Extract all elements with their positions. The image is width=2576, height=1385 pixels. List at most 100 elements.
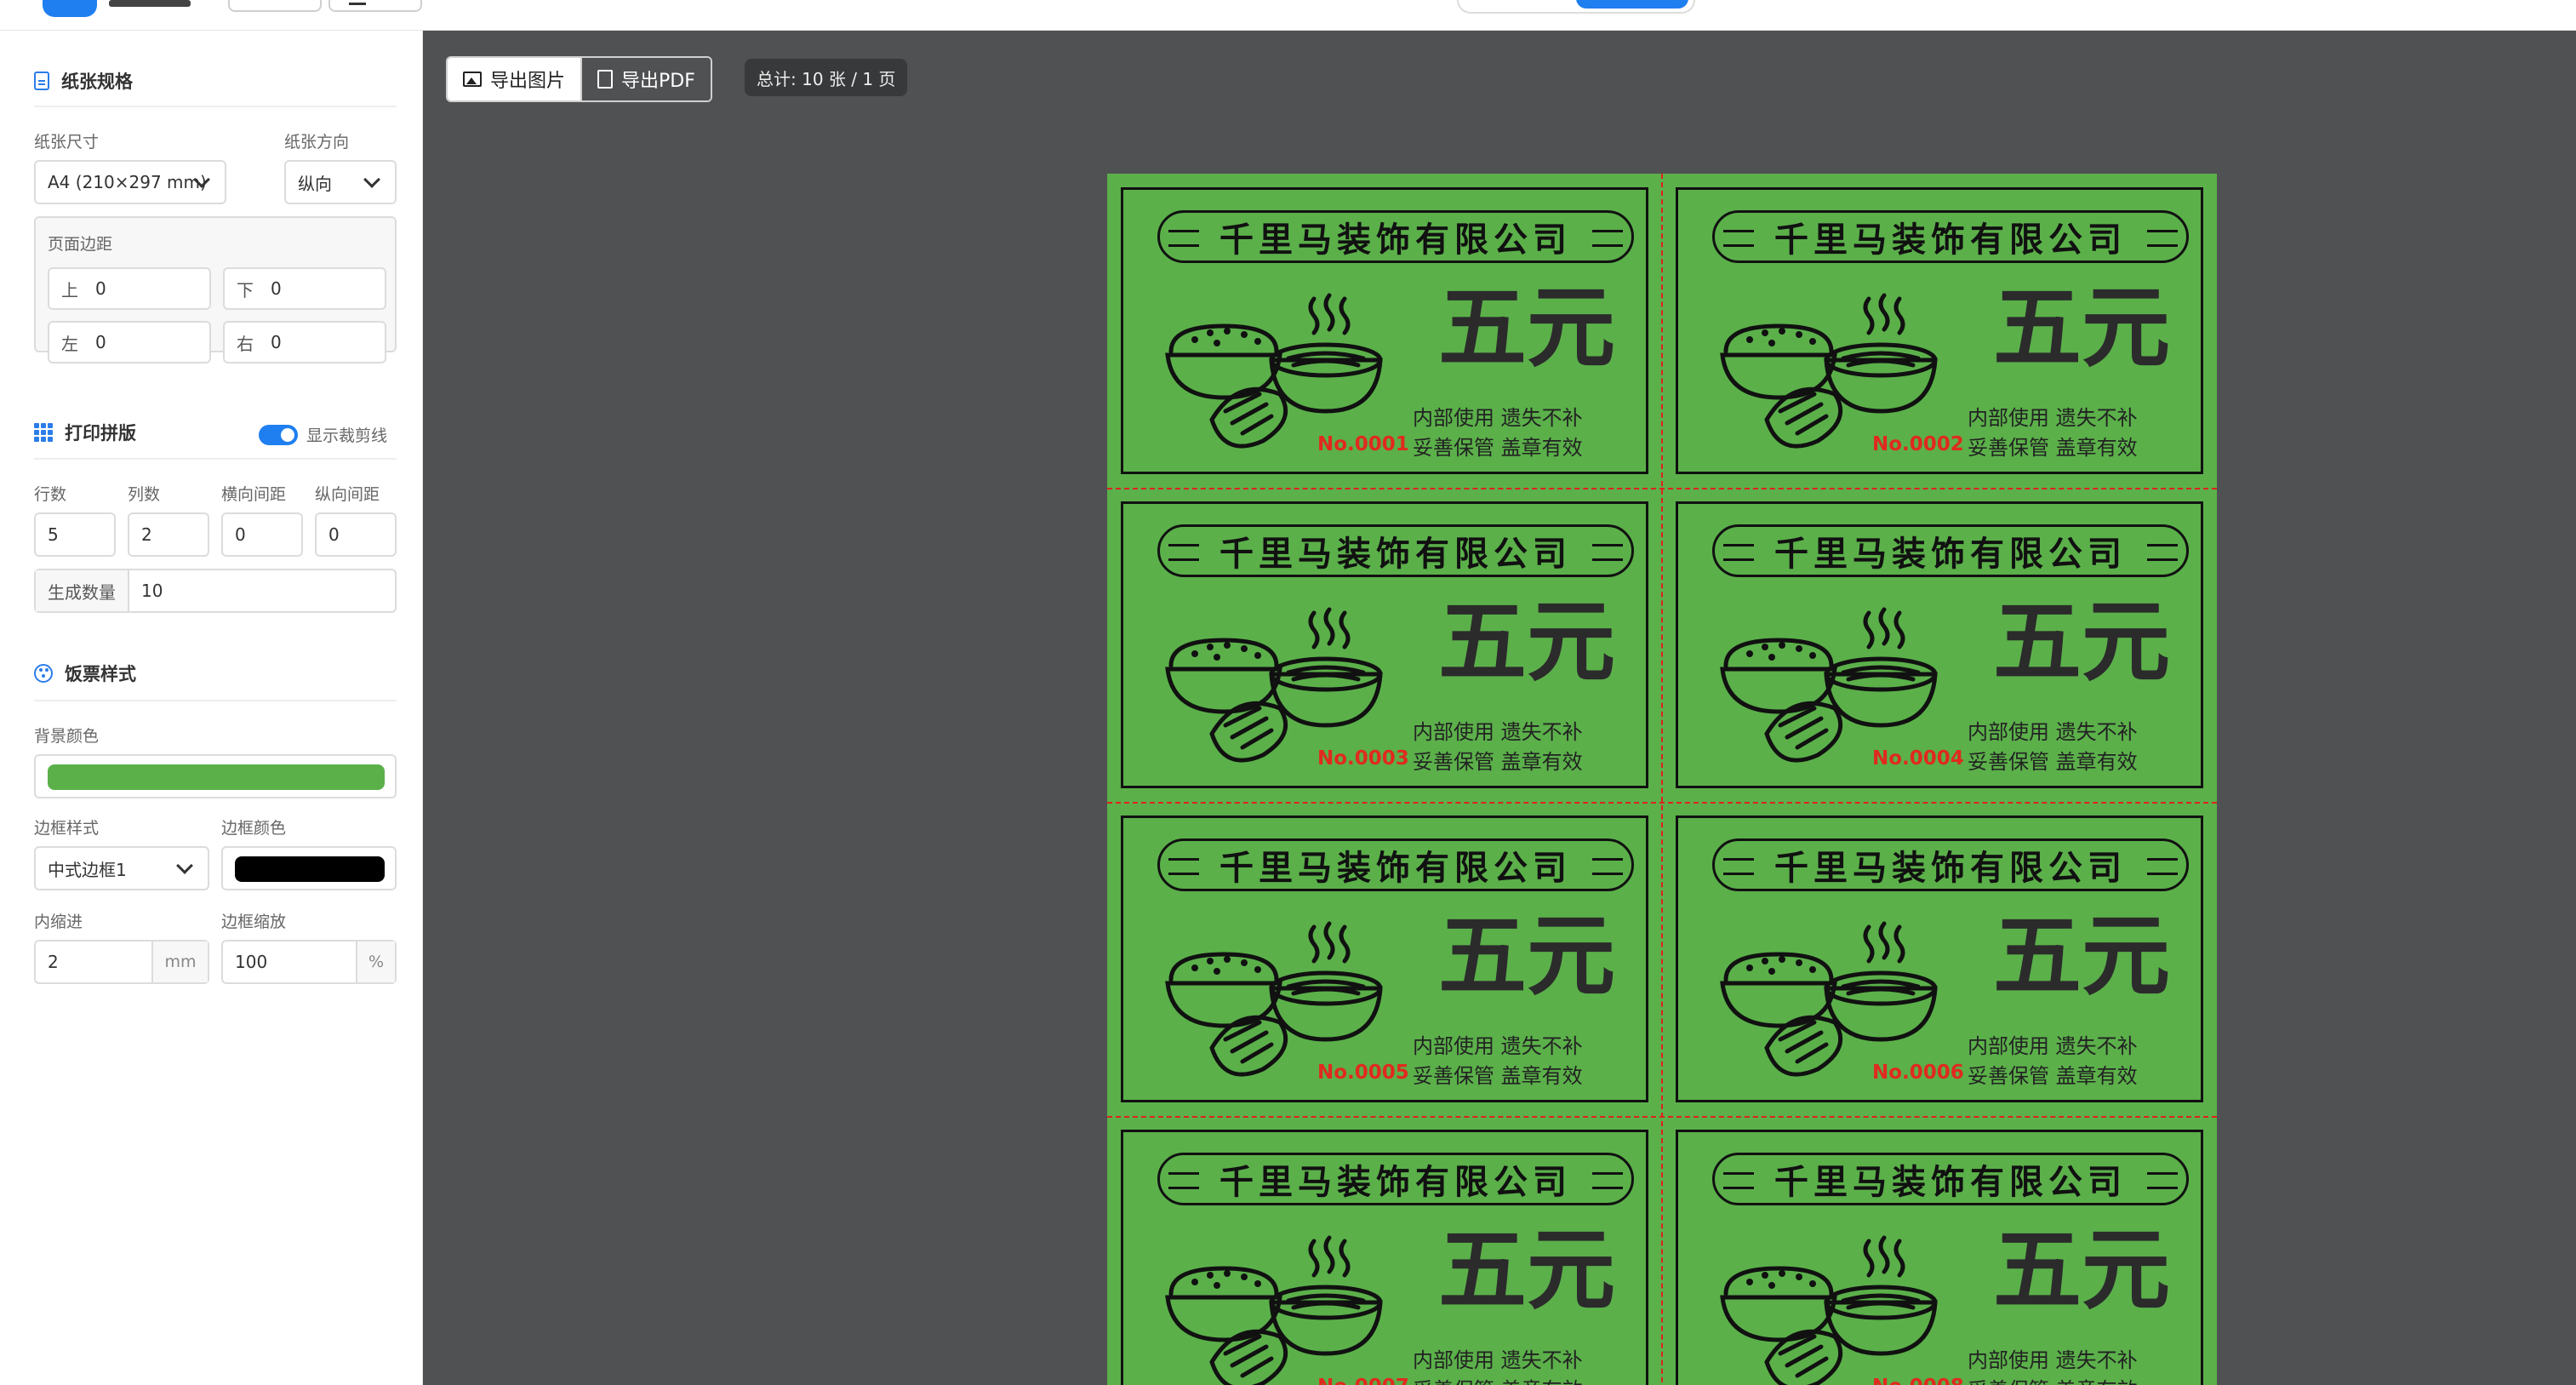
paper-size-value: A4 (210×297 mm) xyxy=(48,172,207,192)
corner-ornament xyxy=(1121,454,1141,474)
corner-ornament xyxy=(1121,187,1141,208)
border-color-swatch xyxy=(235,856,385,882)
ticket-serial: No.0001 xyxy=(1317,433,1409,455)
ticket-note-1: 内部使用 遗失不补 xyxy=(1968,1034,2138,1058)
ticket-note-1: 内部使用 遗失不补 xyxy=(1968,1348,2138,1372)
export-pdf-button[interactable]: 导出PDF xyxy=(580,58,711,100)
corner-ornament xyxy=(2183,1130,2203,1150)
corner-ornament xyxy=(1628,187,1648,208)
company-banner: 千里马装饰有限公司 xyxy=(1157,210,1634,263)
ticket-border: 千里马装饰有限公司 xyxy=(1121,187,1648,474)
ticket-note-1: 内部使用 遗失不补 xyxy=(1413,406,1583,430)
margin-bottom-prefix: 下 xyxy=(237,279,254,300)
ticket-price: 五元 xyxy=(1438,589,1616,694)
corner-ornament xyxy=(1676,187,1696,208)
corner-ornament xyxy=(1676,501,1696,522)
hgap-input[interactable]: 0 xyxy=(221,512,303,557)
ticket-price: 五元 xyxy=(1993,275,2171,380)
ticket-serial: No.0003 xyxy=(1317,747,1409,770)
paper-section-title: 纸张规格 xyxy=(61,72,133,92)
ticket-8: 千里马装饰有限公司 五元 内部使用 遗失不补 xyxy=(1662,1116,2217,1385)
top-button-1[interactable] xyxy=(228,0,322,12)
margin-group: 页面边距 上 0 下 0 左 0 右 0 xyxy=(34,216,397,363)
margin-right-input[interactable]: 右 0 xyxy=(223,321,386,363)
ticket-serial: No.0002 xyxy=(1872,433,1964,455)
ticket-note-2: 妥善保管 盖章有效 xyxy=(1413,1373,1583,1385)
vgap-value: 0 xyxy=(328,524,340,545)
margin-left-prefix: 左 xyxy=(61,333,78,354)
view-mode-switch[interactable] xyxy=(1457,0,1695,14)
ticket-price: 五元 xyxy=(1438,903,1616,1008)
corner-ornament xyxy=(1676,768,1696,788)
food-bowls-icon xyxy=(1165,607,1383,763)
bg-color-swatch xyxy=(48,764,385,790)
hgap-label: 横向间距 xyxy=(221,485,287,504)
total-count-badge: 总计: 10 张 / 1 页 xyxy=(745,59,908,96)
quantity-input[interactable]: 生成数量 10 xyxy=(34,569,397,613)
corner-ornament xyxy=(1121,768,1141,788)
orientation-label: 纸张方向 xyxy=(284,133,350,152)
corner-ornament xyxy=(1628,501,1648,522)
border-color-picker[interactable] xyxy=(221,846,397,890)
ticket-border: 千里马装饰有限公司 xyxy=(1121,501,1648,788)
orientation-select[interactable]: 纵向 xyxy=(284,160,397,204)
cut-line-horizontal xyxy=(1107,1116,2217,1118)
ticket-note-2: 妥善保管 盖章有效 xyxy=(1413,436,1583,460)
corner-ornament xyxy=(2183,454,2203,474)
margin-left-input[interactable]: 左 0 xyxy=(48,321,211,363)
ticket-note-1: 内部使用 遗失不补 xyxy=(1413,1348,1583,1372)
company-name: 千里马装饰有限公司 xyxy=(1774,848,2127,888)
border-scale-value: 100 xyxy=(235,952,268,972)
margin-top-input[interactable]: 上 0 xyxy=(48,267,211,310)
margin-bottom-input[interactable]: 下 0 xyxy=(223,267,386,310)
corner-ornament xyxy=(2183,1082,2203,1102)
food-bowls-icon xyxy=(1165,921,1383,1077)
ticket-border: 千里马装饰有限公司 xyxy=(1676,816,2203,1102)
pdf-icon xyxy=(597,70,614,89)
export-pdf-label: 导出PDF xyxy=(621,71,695,92)
top-button-2[interactable] xyxy=(328,0,422,12)
cut-line-horizontal xyxy=(1107,802,2217,804)
export-image-button[interactable]: 导出图片 xyxy=(448,58,581,100)
vgap-input[interactable]: 0 xyxy=(315,512,397,557)
bg-color-picker[interactable] xyxy=(34,754,397,798)
indent-input[interactable]: 2 mm xyxy=(34,940,209,984)
hgap-value: 0 xyxy=(235,524,246,545)
rows-input[interactable]: 5 xyxy=(34,512,116,557)
ticket-price: 五元 xyxy=(1993,1217,2171,1322)
ticket-border: 千里马装饰有限公司 xyxy=(1121,1130,1648,1385)
ticket-price: 五元 xyxy=(1993,903,2171,1008)
cols-input[interactable]: 2 xyxy=(128,512,209,557)
menu-icon xyxy=(349,0,366,5)
ticket-3: 千里马装饰有限公司 五元 内部使用 遗失不补 妥善保管 盖章有效 No.0003 xyxy=(1107,488,1662,802)
ticket-note-1: 内部使用 遗失不补 xyxy=(1968,720,2138,744)
corner-ornament xyxy=(1676,1130,1696,1150)
ticket-note-1: 内部使用 遗失不补 xyxy=(1968,406,2138,430)
corner-ornament xyxy=(2183,501,2203,522)
margin-label: 页面边距 xyxy=(48,235,113,254)
food-bowls-icon xyxy=(1165,293,1383,449)
export-button-group: 导出图片 导出PDF xyxy=(446,56,712,102)
image-icon xyxy=(463,72,482,87)
corner-ornament xyxy=(2183,768,2203,788)
corner-ornament xyxy=(1121,501,1141,522)
border-style-select[interactable]: 中式边框1 xyxy=(34,846,209,890)
cut-line-vertical xyxy=(1661,174,1663,1385)
border-scale-input[interactable]: 100 % xyxy=(221,940,397,984)
paper-size-select[interactable]: A4 (210×297 mm) xyxy=(34,160,226,204)
quantity-value: 10 xyxy=(141,581,163,601)
view-mode-active-segment[interactable] xyxy=(1576,0,1688,9)
ticket-note-2: 妥善保管 盖章有效 xyxy=(1968,436,2138,460)
ticket-4: 千里马装饰有限公司 五元 内部使用 遗失不补 妥善保管 盖章有效 No.0004 xyxy=(1662,488,2217,802)
border-style-label: 边框样式 xyxy=(34,819,100,838)
ticket-note-2: 妥善保管 盖章有效 xyxy=(1968,1373,2138,1385)
cutline-toggle[interactable] xyxy=(259,425,298,445)
cutline-toggle-label: 显示裁剪线 xyxy=(306,426,388,445)
food-bowls-icon xyxy=(1720,607,1938,763)
border-color-label: 边框颜色 xyxy=(221,819,287,838)
ticket-note-1: 内部使用 遗失不补 xyxy=(1413,720,1583,744)
indent-unit: mm xyxy=(151,941,208,982)
ticket-border: 千里马装饰有限公司 xyxy=(1676,1130,2203,1385)
border-scale-label: 边框缩放 xyxy=(221,913,287,931)
ticket-1: 千里马装饰有限公司 五元 内部使用 遗失不补 妥善保管 盖章有效 No.0001 xyxy=(1107,174,1662,488)
